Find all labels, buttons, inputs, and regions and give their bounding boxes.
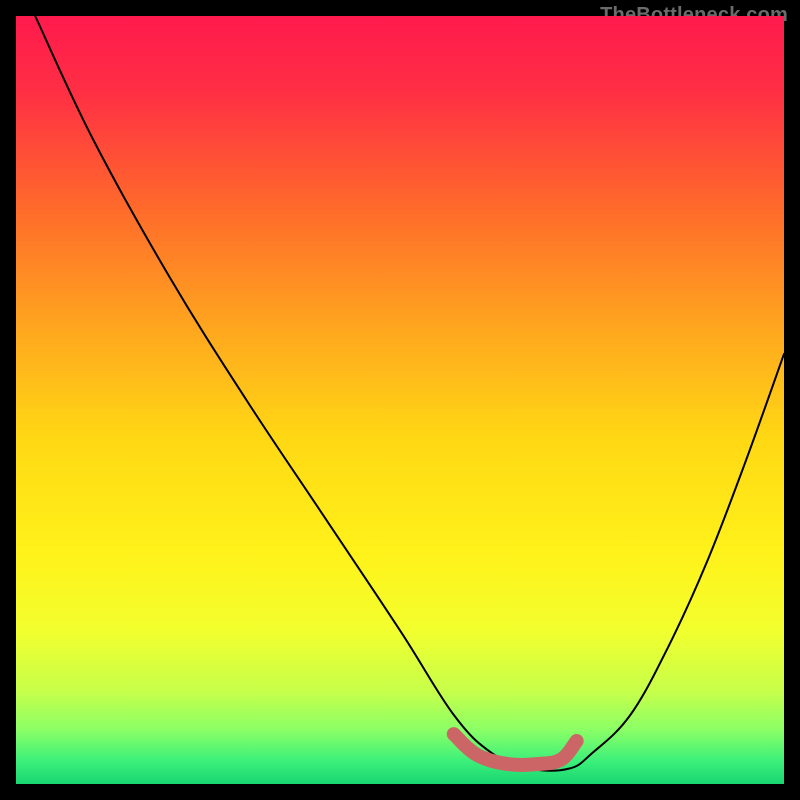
- bottleneck-chart: [16, 16, 784, 784]
- chart-stage: TheBottleneck.com: [0, 0, 800, 800]
- gradient-background: [16, 16, 784, 784]
